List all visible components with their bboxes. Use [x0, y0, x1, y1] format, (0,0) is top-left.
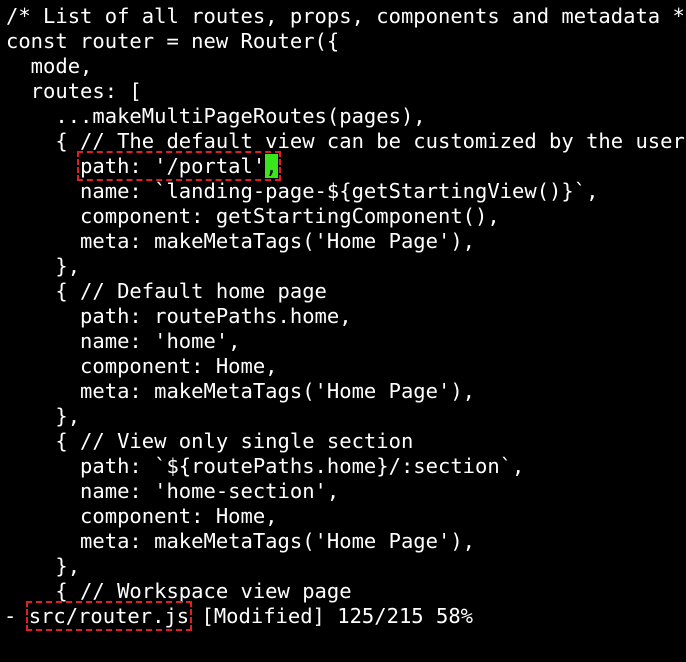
- code-line[interactable]: },: [0, 254, 686, 279]
- status-modified: [Modified]: [189, 604, 338, 628]
- code-line[interactable]: meta: makeMetaTags('Home Page'),: [0, 529, 686, 554]
- code-line[interactable]: },: [0, 554, 686, 579]
- status-filename: src/router.js: [25, 601, 193, 631]
- code-line[interactable]: { // Workspace view page: [0, 579, 686, 604]
- code-line[interactable]: },: [0, 404, 686, 429]
- code-line[interactable]: component: Home,: [0, 504, 686, 529]
- code-line[interactable]: path: `${routePaths.home}/:section`,: [0, 454, 686, 479]
- code-line[interactable]: name: 'home-section',: [0, 479, 686, 504]
- status-percent: 58%: [436, 604, 474, 628]
- code-line[interactable]: component: Home,: [0, 354, 686, 379]
- code-line[interactable]: meta: makeMetaTags('Home Page'),: [0, 229, 686, 254]
- path-portal-text: path: '/portal': [80, 154, 266, 178]
- terminal-editor-window[interactable]: /* List of all routes, props, components…: [0, 0, 686, 662]
- code-line[interactable]: component: getStartingComponent(),: [0, 204, 686, 229]
- code-line[interactable]: /* List of all routes, props, components…: [0, 4, 686, 29]
- status-prefix: -: [4, 604, 29, 628]
- code-line[interactable]: name: `landing-page-${getStartingView()}…: [0, 179, 686, 204]
- code-line[interactable]: ...makeMultiPageRoutes(pages),: [0, 104, 686, 129]
- status-bar: - src/router.js [Modified] 125/215 58%: [0, 601, 686, 631]
- text-cursor: ,: [265, 154, 278, 178]
- code-line[interactable]: { // View only single section: [0, 429, 686, 454]
- code-line[interactable]: name: 'home',: [0, 329, 686, 354]
- status-separator: [424, 604, 436, 628]
- code-line-cursor[interactable]: path: '/portal',: [0, 151, 686, 181]
- highlighted-path-portal[interactable]: path: '/portal',: [77, 151, 281, 181]
- code-line[interactable]: { // Default home page: [0, 279, 686, 304]
- code-line[interactable]: path: routePaths.home,: [0, 304, 686, 329]
- code-line[interactable]: meta: makeMetaTags('Home Page'),: [0, 379, 686, 404]
- code-line[interactable]: const router = new Router({: [0, 29, 686, 54]
- code-line[interactable]: { // The default view can be customized …: [0, 129, 686, 154]
- code-line[interactable]: mode,: [0, 54, 686, 79]
- status-line-position: 125/215: [337, 604, 424, 628]
- code-line[interactable]: routes: [: [0, 79, 686, 104]
